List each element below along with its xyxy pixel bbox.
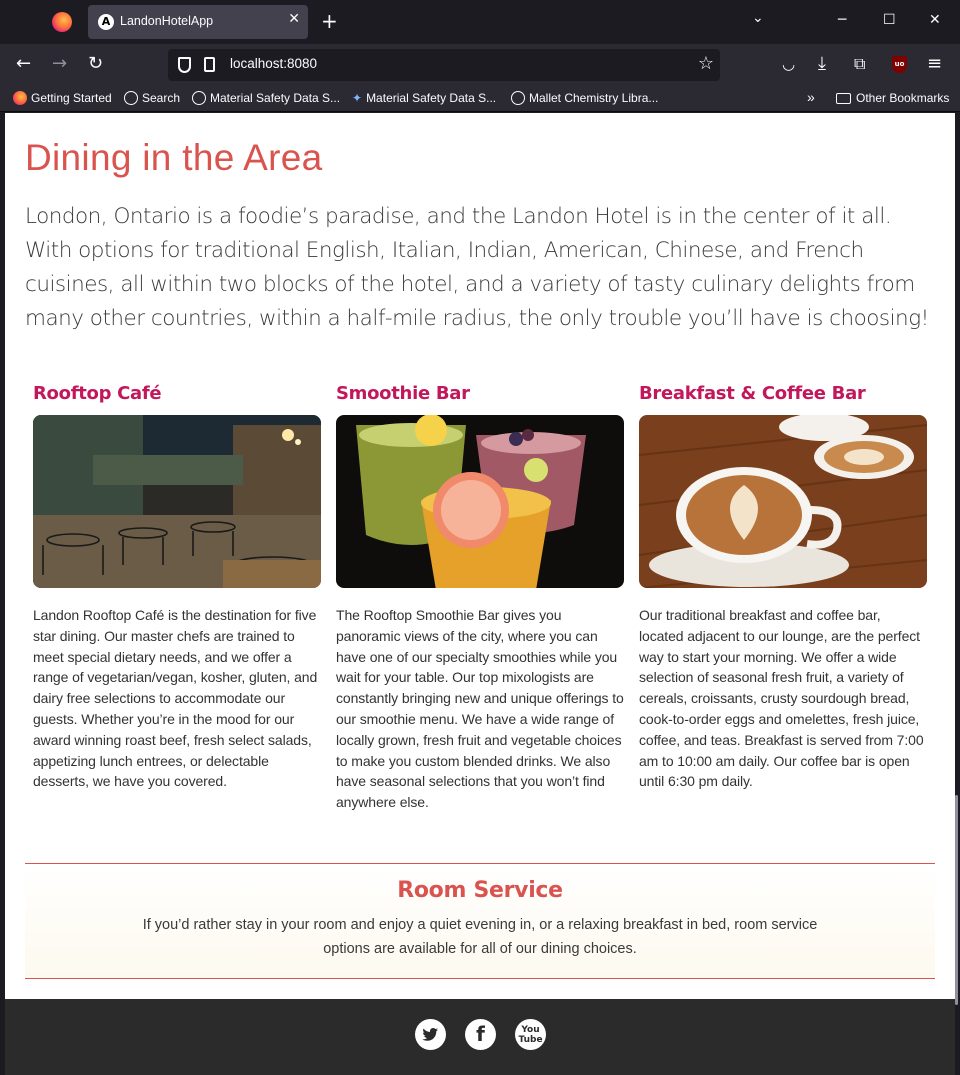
bookmarks-toolbar: Getting Started Search Material Safety D… — [0, 86, 960, 112]
folder-icon — [836, 93, 851, 104]
list-tabs-icon[interactable]: ⌄ — [752, 10, 764, 26]
bookmark-item[interactable]: Search — [124, 91, 180, 105]
firefox-icon[interactable] — [52, 12, 72, 32]
pocket-icon[interactable]: ◡ — [782, 54, 795, 74]
venue-title: Smoothie Bar — [336, 383, 470, 404]
scrollbar[interactable] — [955, 795, 958, 1005]
menu-icon[interactable]: ≡ — [927, 54, 942, 74]
bookmark-item[interactable]: Material Safety Data S... — [192, 91, 340, 105]
back-icon[interactable]: ← — [16, 54, 31, 74]
firefox-icon — [13, 91, 27, 105]
facebook-icon[interactable]: f — [465, 1019, 496, 1050]
room-service-title: Room Service — [397, 878, 563, 903]
forward-icon[interactable]: → — [52, 54, 67, 74]
bookmark-item[interactable]: ✦ Material Safety Data S... — [352, 91, 496, 105]
page-viewport: Dining in the Area London, Ontario is a … — [5, 113, 955, 1075]
other-bookmarks[interactable]: Other Bookmarks — [836, 91, 949, 105]
globe-icon — [192, 91, 206, 105]
maximize-icon[interactable]: ☐ — [883, 12, 896, 28]
globe-icon — [124, 91, 138, 105]
other-bookmarks-label: Other Bookmarks — [856, 91, 950, 105]
more-bookmarks-icon[interactable]: » — [807, 89, 815, 105]
twitter-icon[interactable] — [415, 1019, 446, 1050]
smoothie-image — [336, 415, 624, 588]
browser-titlebar: A LandonHotelApp ✕ + ⌄ ─ ☐ ✕ — [0, 0, 960, 44]
venue-card-breakfast-coffee-bar: Breakfast & Coffee Bar Our traditional b… — [639, 383, 927, 792]
venue-card-rooftop-cafe: Rooftop Café Landon Rooftop Café is the … — [33, 383, 321, 792]
close-window-icon[interactable]: ✕ — [929, 12, 941, 28]
bookmark-label: Mallet Chemistry Libra... — [529, 91, 659, 105]
bookmark-item[interactable]: Mallet Chemistry Libra... — [511, 91, 658, 105]
new-tab-icon[interactable]: + — [321, 9, 338, 33]
reload-icon[interactable]: ↻ — [88, 54, 103, 74]
bookmark-label: Material Safety Data S... — [210, 91, 341, 105]
angular-icon: A — [98, 14, 114, 30]
bookmark-label: Search — [142, 91, 181, 105]
page-icon[interactable] — [204, 57, 215, 72]
sparkle-icon: ✦ — [352, 91, 363, 105]
extensions-icon[interactable]: ⧉ — [854, 54, 865, 74]
minimize-icon[interactable]: ─ — [838, 12, 846, 28]
bookmark-star-icon[interactable]: ☆ — [698, 53, 714, 74]
bookmark-item[interactable]: Getting Started — [13, 91, 112, 105]
globe-icon — [511, 91, 525, 105]
url-text[interactable]: localhost:8080 — [230, 56, 317, 71]
venue-title: Breakfast & Coffee Bar — [639, 383, 866, 404]
url-bar[interactable]: localhost:8080 ☆ — [168, 49, 720, 81]
coffee-image — [639, 415, 927, 588]
room-service-section: Room Service If you’d rather stay in you… — [25, 863, 935, 979]
venue-description: Our traditional breakfast and coffee bar… — [639, 607, 924, 790]
section-title: Dining in the Area — [25, 137, 323, 178]
close-tab-icon[interactable]: ✕ — [288, 11, 300, 27]
coffee-bar-photo — [639, 415, 927, 588]
youtube-icon[interactable]: You Tube — [515, 1019, 546, 1050]
venue-description: Landon Rooftop Café is the destination f… — [33, 607, 318, 790]
tab-title: LandonHotelApp — [120, 14, 214, 28]
room-service-text: If you’d rather stay in your room and en… — [142, 917, 818, 957]
venue-card-smoothie-bar: Smoothie Bar The Rooftop Smoothie Bar gi… — [336, 383, 624, 813]
venue-title: Rooftop Café — [33, 383, 162, 404]
venue-description: The Rooftop Smoothie Bar gives you panor… — [336, 607, 624, 811]
navigation-toolbar: ← → ↻ localhost:8080 ☆ ◡ ⤓ ⧉ uo ≡ — [0, 44, 960, 86]
page-footer: f You Tube — [5, 999, 955, 1075]
browser-tab[interactable]: A LandonHotelApp ✕ — [88, 5, 308, 39]
twitter-bird-icon — [422, 1028, 438, 1041]
intro-paragraph: London, Ontario is a foodie’s paradise, … — [25, 204, 929, 331]
downloads-icon[interactable]: ⤓ — [818, 54, 826, 74]
bookmark-label: Getting Started — [31, 91, 112, 105]
smoothie-bar-photo — [336, 415, 624, 588]
ublock-icon[interactable]: uo — [892, 56, 907, 73]
shield-icon[interactable] — [178, 57, 191, 73]
rooftop-cafe-image — [33, 415, 321, 588]
bookmark-label: Material Safety Data S... — [366, 91, 497, 105]
rooftop-cafe-photo — [33, 415, 321, 588]
